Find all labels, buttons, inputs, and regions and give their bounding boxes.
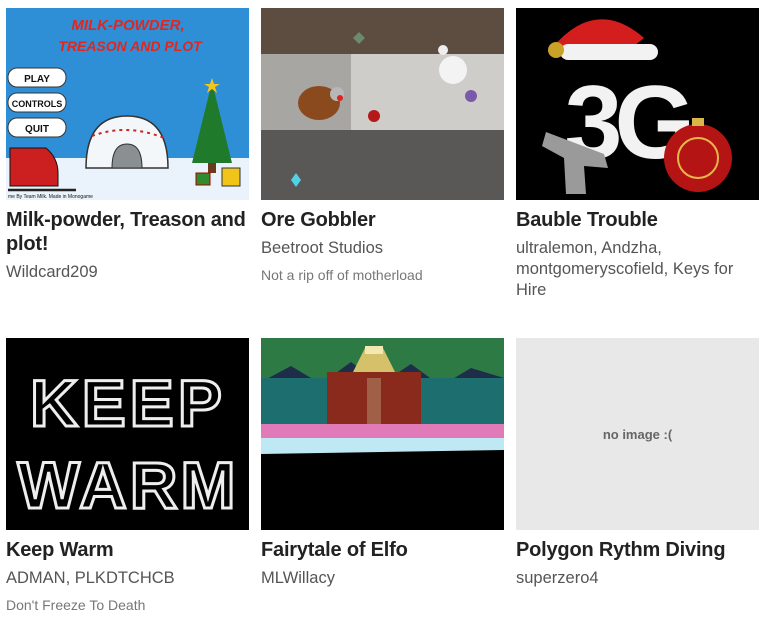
game-authors[interactable]: MLWillacy [261,568,504,589]
game-thumbnail[interactable] [261,338,504,530]
thumbnail-line-1: KEEP [30,366,226,440]
game-thumbnail[interactable] [261,8,504,200]
game-title[interactable]: Ore Gobbler [261,208,504,232]
game-title[interactable]: Fairytale of Elfo [261,538,504,562]
game-thumbnail[interactable]: KEEP WARM [6,338,249,530]
thumbnail-heading-1: MILK-POWDER, [71,17,184,34]
game-thumbnail[interactable]: MILK-POWDER, TREASON AND PLOT PLAY CONTR… [6,8,249,200]
game-thumbnail-placeholder[interactable]: no image :( [516,338,759,530]
game-title[interactable]: Milk-powder, Treason and plot! [6,208,249,256]
menu-play: PLAY [24,74,50,85]
game-authors[interactable]: superzero4 [516,568,759,589]
game-authors[interactable]: Wildcard209 [6,262,249,283]
game-tagline: Not a rip off of motherload [261,267,423,283]
thumbnail-line-2: WARM [18,448,239,522]
game-authors[interactable]: Beetroot Studios [261,238,504,259]
game-title[interactable]: Bauble Trouble [516,208,759,232]
game-title[interactable]: Polygon Rythm Diving [516,538,759,562]
game-thumbnail[interactable]: 3G [516,8,759,200]
thumbnail-heading-2: TREASON AND PLOT [58,38,203,54]
game-tagline: Don't Freeze To Death [6,597,146,613]
game-authors[interactable]: ultralemon, Andzha, montgomeryscofield, … [516,238,759,301]
menu-controls: CONTROLS [12,99,63,109]
no-image-text: no image :( [602,426,673,442]
game-authors[interactable]: ADMAN, PLKDTCHCB [6,568,249,589]
thumbnail-credit: me By Team Milk. Made in Monogame [8,194,93,200]
game-title[interactable]: Keep Warm [6,538,249,562]
menu-quit: QUIT [25,124,49,135]
